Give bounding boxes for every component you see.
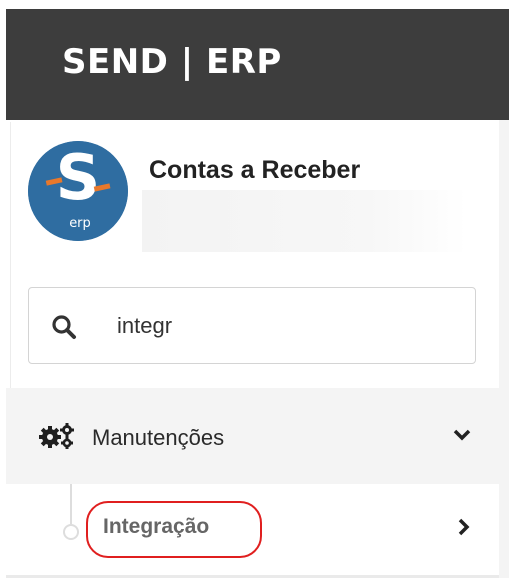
user-info-placeholder xyxy=(142,190,467,252)
chevron-right-icon xyxy=(458,518,470,536)
menu-item-integracao[interactable]: Integração xyxy=(6,484,499,578)
menu-section-label: Manutenções xyxy=(92,425,225,450)
send-erp-logo-icon: S erp xyxy=(28,141,128,241)
chevron-down-icon xyxy=(453,429,471,441)
content-edge xyxy=(499,120,509,578)
tree-node-dot xyxy=(63,524,79,540)
top-header-bar: SEND | ERP xyxy=(6,9,509,120)
cogs-icon xyxy=(39,423,74,449)
company-logo: S erp xyxy=(28,141,128,241)
search-input[interactable] xyxy=(117,308,447,344)
search-icon xyxy=(52,315,76,339)
tree-connector xyxy=(70,484,72,524)
menu-item-label: Integração xyxy=(103,515,210,538)
module-title: Contas a Receber xyxy=(149,156,361,184)
menu-search[interactable] xyxy=(28,287,476,364)
brand-title[interactable]: SEND | ERP xyxy=(62,45,282,79)
menu-section-manutencoes[interactable]: Manutenções xyxy=(6,388,499,484)
sidebar-border xyxy=(10,122,11,390)
logo-caption: erp xyxy=(69,216,91,231)
logo-letter: S xyxy=(56,141,101,214)
